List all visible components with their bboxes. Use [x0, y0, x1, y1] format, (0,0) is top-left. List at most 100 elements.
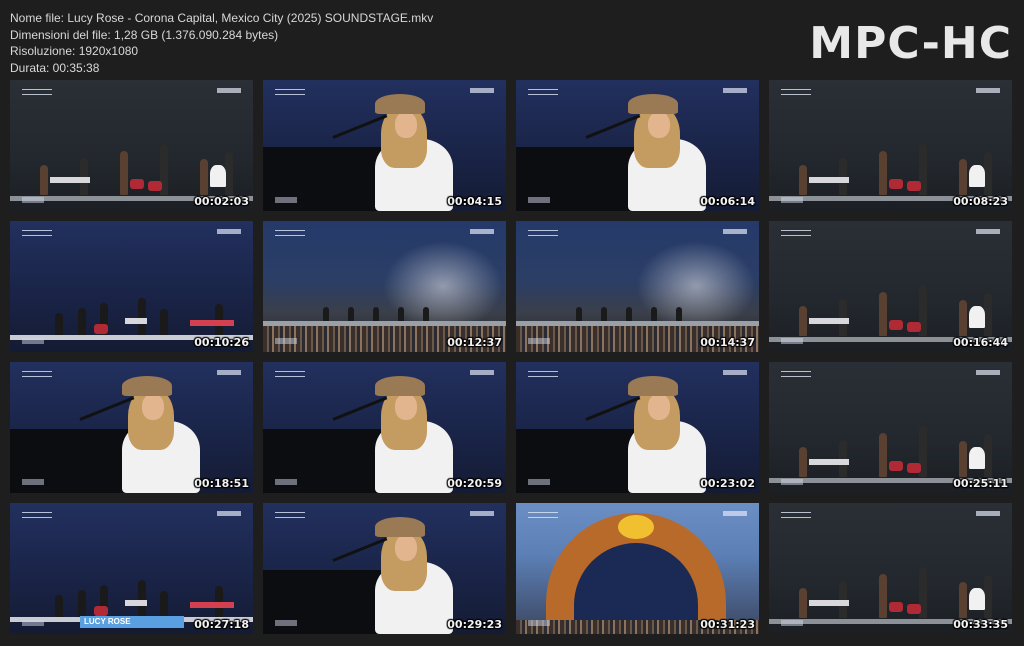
broadcast-logo-left — [781, 89, 811, 95]
musician-figure — [601, 307, 607, 321]
broadcast-logo-right — [976, 229, 1000, 234]
broadcast-logo-left — [22, 89, 52, 95]
broadcast-logo-right — [470, 370, 494, 375]
keyboard — [809, 318, 849, 324]
broadcast-logo-left — [528, 230, 558, 236]
musician-figure — [879, 433, 887, 477]
musician-figure — [200, 159, 208, 195]
thumbnail-timestamp: 00:20:59 — [447, 477, 502, 490]
thumbnail-timestamp: 00:16:44 — [953, 336, 1008, 349]
corner-watermark — [275, 479, 297, 485]
corner-watermark — [22, 479, 44, 485]
thumbnail-timestamp: 00:29:23 — [447, 618, 502, 631]
keyboard — [809, 459, 849, 465]
drum-kit — [907, 463, 921, 473]
video-thumbnail: 00:23:02 — [516, 362, 759, 493]
broadcast-logo-left — [22, 512, 52, 518]
musician-figure — [55, 313, 63, 335]
broadcast-logo-right — [217, 370, 241, 375]
keyboard — [125, 318, 147, 324]
drum-kit — [889, 179, 903, 189]
thumbnail-timestamp: 00:27:18 — [194, 618, 249, 631]
thumbnail-grid: 00:02:03 00:04:15 00:06:14 00:08:23 00:10:26… — [0, 0, 1024, 646]
broadcast-logo-right — [723, 370, 747, 375]
musician-figure — [799, 447, 807, 477]
keyboard — [809, 600, 849, 606]
broadcast-logo-left — [781, 230, 811, 236]
broadcast-logo-left — [528, 371, 558, 377]
broadcast-logo-right — [470, 511, 494, 516]
drum-kit — [130, 179, 144, 189]
thumbnail-timestamp: 00:10:26 — [194, 336, 249, 349]
broadcast-logo-right — [470, 88, 494, 93]
performer-cap — [375, 517, 425, 537]
broadcast-logo-left — [22, 371, 52, 377]
corner-watermark — [528, 338, 550, 344]
musician-figure — [373, 307, 379, 321]
musician-figure — [959, 441, 967, 477]
broadcast-logo-left — [528, 89, 558, 95]
drum-kit — [907, 604, 921, 614]
broadcast-logo-left — [781, 512, 811, 518]
musician-figure — [576, 307, 582, 321]
drum-kit — [94, 606, 108, 616]
video-thumbnail: 00:29:23 — [263, 503, 506, 634]
drum-kit — [94, 324, 108, 334]
sun-decoration — [618, 515, 654, 539]
musician-figure — [120, 151, 128, 195]
musician-figure — [423, 307, 429, 321]
musician-figure — [984, 293, 992, 336]
musician-figure — [879, 574, 887, 618]
musician-figure — [651, 307, 657, 321]
corner-watermark — [275, 338, 297, 344]
keyboard — [50, 177, 90, 183]
musician-figure — [959, 582, 967, 618]
performer-shirt — [969, 588, 985, 610]
artist-name-banner: LUCY ROSE — [80, 616, 184, 628]
musician-figure — [323, 307, 329, 321]
keyboard — [190, 320, 234, 326]
performer-face — [395, 535, 417, 561]
performer-shirt — [969, 306, 985, 328]
performer-cap — [375, 376, 425, 396]
video-thumbnail: 00:02:03 — [10, 80, 253, 211]
performer-cap — [628, 376, 678, 396]
video-thumbnail: 00:16:44 — [769, 221, 1012, 352]
thumbnail-timestamp: 00:23:02 — [700, 477, 755, 490]
drum-kit — [148, 181, 162, 191]
broadcast-logo-right — [470, 229, 494, 234]
broadcast-logo-right — [217, 229, 241, 234]
performer-face — [395, 394, 417, 420]
musician-figure — [879, 151, 887, 195]
musician-figure — [78, 590, 86, 617]
video-thumbnail: LUCY ROSE 00:27:18 — [10, 503, 253, 634]
keyboard — [809, 177, 849, 183]
drum-kit — [907, 322, 921, 332]
musician-figure — [348, 307, 354, 321]
musician-figure — [799, 306, 807, 336]
broadcast-logo-left — [781, 371, 811, 377]
performer-shirt — [969, 165, 985, 187]
performer-face — [142, 394, 164, 420]
corner-watermark — [781, 479, 803, 485]
broadcast-logo-left — [275, 89, 305, 95]
performer-shirt — [210, 165, 226, 187]
musician-figure — [984, 152, 992, 195]
musician-figure — [225, 152, 233, 195]
musician-figure — [160, 591, 168, 617]
corner-watermark — [528, 479, 550, 485]
musician-figure — [799, 165, 807, 195]
broadcast-logo-left — [275, 512, 305, 518]
performer-face — [648, 394, 670, 420]
performer-shirt — [969, 447, 985, 469]
corner-watermark — [22, 197, 44, 203]
thumbnail-timestamp: 00:31:23 — [700, 618, 755, 631]
musician-figure — [676, 307, 682, 321]
corner-watermark — [528, 197, 550, 203]
corner-watermark — [275, 620, 297, 626]
broadcast-logo-right — [976, 370, 1000, 375]
musician-figure — [55, 595, 63, 617]
performer-face — [395, 112, 417, 138]
video-thumbnail: 00:12:37 — [263, 221, 506, 352]
musician-figure — [398, 307, 404, 321]
